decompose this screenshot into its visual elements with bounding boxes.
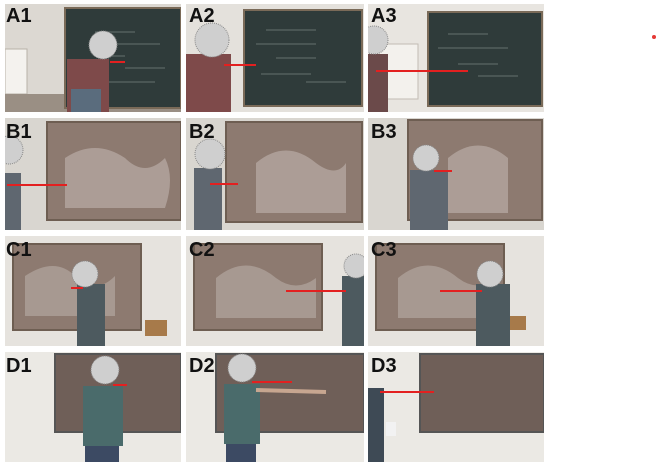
blurred-face (88, 30, 118, 60)
blurred-face (476, 260, 504, 288)
panel-label-c2: C2 (189, 239, 215, 261)
blurred-face (194, 22, 230, 58)
panel-label-c1: C1 (6, 239, 32, 261)
chalkboard (427, 11, 543, 107)
panel-label-d3: D3 (371, 355, 397, 377)
panel-label-c3: C3 (371, 239, 397, 261)
blurred-face (71, 260, 99, 288)
panel-label-a3: A3 (371, 5, 397, 27)
chalkboard (419, 353, 544, 433)
panel-label-b2: B2 (189, 121, 215, 143)
blurred-face (227, 353, 257, 383)
panel-label-d1: D1 (6, 355, 32, 377)
panel-label-b1: B1 (6, 121, 32, 143)
panel-label-a1: A1 (6, 5, 32, 27)
marker-dot (652, 35, 656, 39)
panel-label-a2: A2 (189, 5, 215, 27)
blurred-face (412, 144, 440, 172)
blurred-face (194, 138, 226, 170)
panel-label-b3: B3 (371, 121, 397, 143)
panel-label-d2: D2 (189, 355, 215, 377)
blurred-face (90, 355, 120, 385)
blurred-face (343, 253, 364, 279)
